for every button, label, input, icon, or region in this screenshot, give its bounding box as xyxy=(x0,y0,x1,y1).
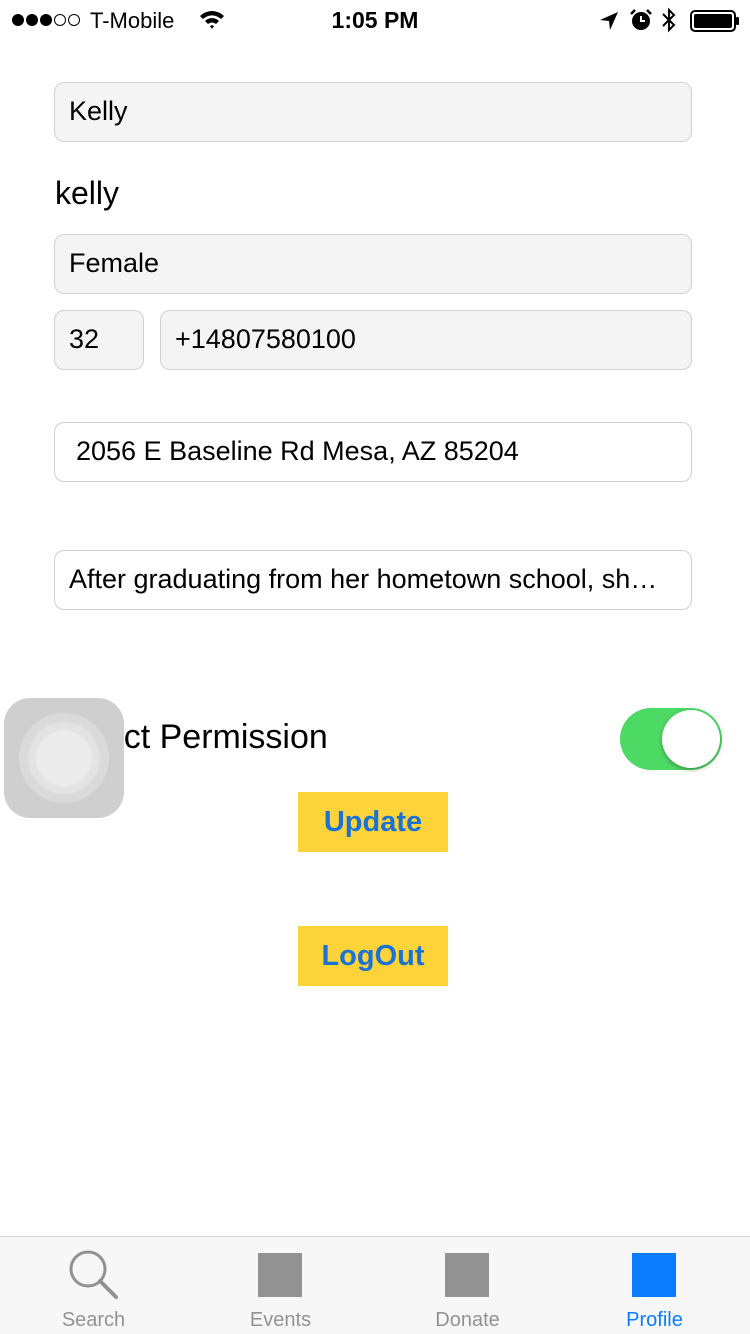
update-button[interactable]: Update xyxy=(298,792,448,852)
age-field[interactable]: 32 xyxy=(54,310,144,370)
bio-field[interactable]: After graduating from her hometown schoo… xyxy=(54,550,692,610)
tab-profile[interactable]: Profile xyxy=(561,1237,748,1334)
phone-field[interactable]: +14807580100 xyxy=(160,310,692,370)
assistive-touch-button[interactable] xyxy=(4,698,124,818)
tab-events[interactable]: Events xyxy=(187,1237,374,1334)
alarm-icon xyxy=(630,9,652,30)
username-label: kelly xyxy=(55,175,120,211)
gender-field[interactable]: Female xyxy=(54,234,692,294)
search-icon xyxy=(69,1250,118,1299)
status-bar: T-Mobile 1:05 PM xyxy=(0,0,750,40)
donate-icon xyxy=(445,1253,489,1297)
tab-search[interactable]: Search xyxy=(0,1237,187,1334)
tab-bar: Search Events Donate Profile xyxy=(0,1236,750,1334)
profile-icon xyxy=(632,1253,676,1297)
tab-profile-label: Profile xyxy=(626,1309,683,1331)
logout-button[interactable]: LogOut xyxy=(298,926,448,986)
address-field[interactable]: 2056 E Baseline Rd Mesa, AZ 85204 xyxy=(54,422,692,482)
contact-permission-toggle[interactable] xyxy=(620,708,722,770)
tab-events-label: Events xyxy=(249,1309,312,1331)
tab-donate[interactable]: Donate xyxy=(374,1237,561,1334)
first-name-field[interactable]: Kelly xyxy=(54,82,692,142)
bluetooth-icon xyxy=(662,7,676,33)
events-icon xyxy=(258,1253,302,1297)
battery-icon xyxy=(690,10,739,32)
location-arrow-icon xyxy=(600,12,618,30)
tab-donate-label: Donate xyxy=(435,1309,500,1331)
tab-search-label: Search xyxy=(61,1309,126,1331)
toggle-knob xyxy=(662,710,720,768)
